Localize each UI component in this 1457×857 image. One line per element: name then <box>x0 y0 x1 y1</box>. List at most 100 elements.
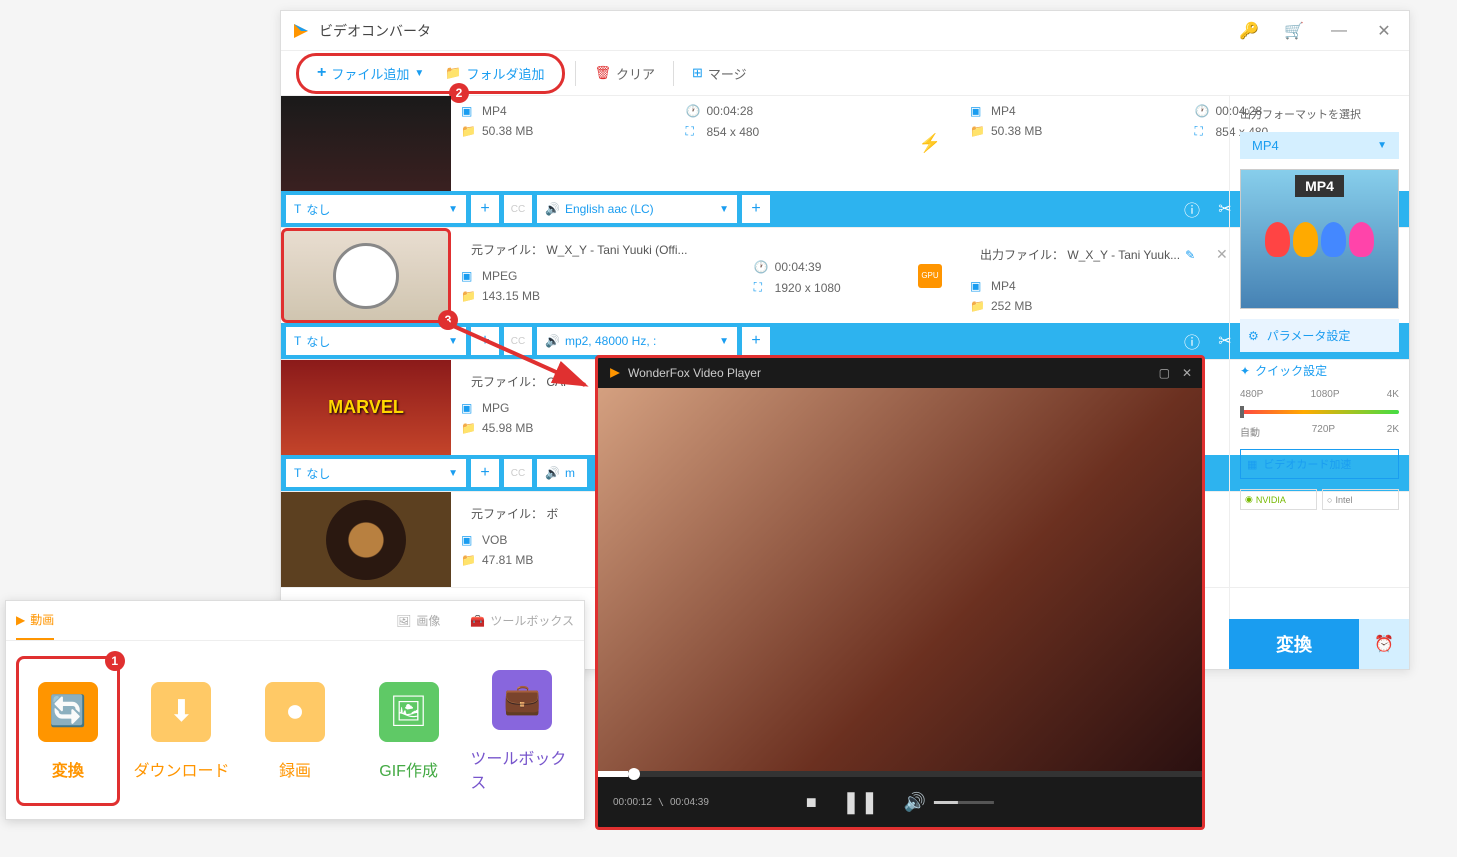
download-icon: ⬇ <box>151 682 211 742</box>
player-controls: 00:00:12 \ 00:04:39 ■ ❚❚ 🔊 <box>598 777 1202 827</box>
tool-gif[interactable]: 🖼 GIF作成 <box>357 656 461 806</box>
divider <box>673 61 674 86</box>
chevron-down-icon: ▼ <box>448 204 458 215</box>
player-close-button[interactable]: ✕ <box>1182 366 1192 380</box>
video-thumbnail[interactable] <box>281 492 451 587</box>
add-folder-button[interactable]: 📁 フォルダ追加 <box>437 61 552 86</box>
convert-bar: 変換 ⏰ <box>1229 619 1409 669</box>
cc-button[interactable]: CC <box>504 195 532 223</box>
subtitle-select[interactable]: Tなし▼ <box>286 459 466 487</box>
schedule-button[interactable]: ⏰ <box>1359 619 1409 669</box>
app-logo-icon <box>291 21 311 41</box>
video-thumbnail[interactable]: MARVEL <box>281 360 451 455</box>
format-icon: ▣ <box>461 401 477 415</box>
src-resolution: 1920 x 1080 <box>775 281 841 295</box>
gpu-accel-button[interactable]: ▦ ビデオカード加速 <box>1240 449 1399 479</box>
video-viewport[interactable] <box>598 388 1202 771</box>
video-player-window: WonderFox Video Player ▢ ✕ 00:00:12 \ 00… <box>595 355 1205 830</box>
toolbox-icon: 🧰 <box>470 614 485 628</box>
param-label: パラメータ設定 <box>1267 327 1351 344</box>
add-subtitle-button[interactable]: + <box>471 459 499 487</box>
tools-panel: ▶ 動画 🖼 画像 🧰 ツールボックス 1 🔄 変換 ⬇ ダウンロード ⏺ 録画… <box>5 600 585 820</box>
src-size: 47.81 MB <box>482 553 533 567</box>
stop-button[interactable]: ■ <box>806 792 817 813</box>
tools-grid: 1 🔄 変換 ⬇ ダウンロード ⏺ 録画 🖼 GIF作成 💼 ツールボックス <box>6 641 584 821</box>
cart-icon[interactable]: 🛒 <box>1279 16 1309 46</box>
src-size: 143.15 MB <box>482 289 540 303</box>
src-filename: 元ファイル： W_X_Y - Tani Yuuki (Offi... <box>461 236 734 263</box>
image-icon: 🖼 <box>396 614 411 628</box>
video-thumbnail[interactable]: 3 <box>281 228 451 323</box>
tab-video[interactable]: ▶ 動画 <box>16 601 54 640</box>
titlebar: ビデオコンバータ 🔑 🛒 — ✕ <box>281 11 1409 51</box>
chevron-down-icon: ▼ <box>414 68 424 79</box>
minimize-button[interactable]: — <box>1324 16 1354 46</box>
add-file-button[interactable]: + ファイル追加 ▼ <box>309 61 432 86</box>
tool-convert[interactable]: 1 🔄 変換 <box>16 656 120 806</box>
merge-label: マージ <box>708 64 747 83</box>
volume-slider[interactable] <box>934 801 994 804</box>
format-preview[interactable]: MP4 <box>1240 169 1399 309</box>
out-format: MP4 <box>991 279 1016 293</box>
text-icon: T <box>294 466 301 480</box>
chevron-down-icon: ▼ <box>1377 140 1387 151</box>
video-thumbnail[interactable] <box>281 96 451 191</box>
format-icon: ▣ <box>461 269 477 283</box>
merge-button[interactable]: ⊞ マージ <box>684 61 755 86</box>
tab-toolbox[interactable]: 🧰 ツールボックス <box>470 602 574 639</box>
annotation-badge-3: 3 <box>438 310 458 330</box>
quality-slider[interactable] <box>1240 410 1399 414</box>
player-titlebar: WonderFox Video Player ▢ ✕ <box>598 358 1202 388</box>
tool-download[interactable]: ⬇ ダウンロード <box>130 656 234 806</box>
format-value: MP4 <box>1252 138 1279 153</box>
cc-button[interactable]: CC <box>504 459 532 487</box>
audio-select[interactable]: 🔊English aac (LC)▼ <box>537 195 737 223</box>
format-icon: ▣ <box>461 533 477 547</box>
audio-select[interactable]: 🔊mp2, 48000 Hz, :▼ <box>537 327 737 355</box>
subtitle-select[interactable]: Tなし▼ <box>286 327 466 355</box>
folder-icon: 📁 <box>461 553 477 567</box>
audio-value: mp2, 48000 Hz, : <box>565 334 656 348</box>
toolbox-icon: 💼 <box>492 670 552 730</box>
clock-icon: 🕐 <box>1195 104 1211 118</box>
src-duration: 00:04:39 <box>775 260 822 274</box>
src-size: 45.98 MB <box>482 421 533 435</box>
chip-icon: ▦ <box>1247 458 1257 471</box>
src-format: VOB <box>482 533 507 547</box>
parameter-settings-button[interactable]: ⚙ パラメータ設定 <box>1240 319 1399 352</box>
audio-select[interactable]: 🔊m <box>537 459 587 487</box>
folder-icon: 📁 <box>970 299 986 313</box>
clear-button[interactable]: 🗑 クリア <box>586 61 663 86</box>
tab-image[interactable]: 🖼 画像 <box>396 602 440 639</box>
src-duration: 00:04:28 <box>707 104 754 118</box>
tool-toolbox[interactable]: 💼 ツールボックス <box>470 656 574 806</box>
audio-value: English aac (LC) <box>565 202 654 216</box>
info-icon[interactable]: ⓘ <box>1178 195 1206 223</box>
add-subtitle-button[interactable]: + <box>471 327 499 355</box>
player-logo-icon <box>608 366 622 380</box>
src-size: 50.38 MB <box>482 124 533 138</box>
cc-button[interactable]: CC <box>504 327 532 355</box>
key-icon[interactable]: 🔑 <box>1234 16 1264 46</box>
tools-tabs: ▶ 動画 🖼 画像 🧰 ツールボックス <box>6 601 584 641</box>
chevron-down-icon: ▼ <box>448 336 458 347</box>
add-audio-button[interactable]: + <box>742 195 770 223</box>
format-section-label: 出力フォーマットを選択 <box>1240 106 1399 122</box>
speaker-icon: 🔊 <box>545 466 560 480</box>
tool-record[interactable]: ⏺ 録画 <box>243 656 347 806</box>
window-title: ビデオコンバータ <box>319 21 1234 41</box>
gpu-vendors: ◉NVIDIA ○Intel <box>1240 489 1399 510</box>
convert-button[interactable]: 変換 <box>1229 619 1359 669</box>
src-format: MP4 <box>482 104 507 118</box>
add-audio-button[interactable]: + <box>742 327 770 355</box>
player-maximize-button[interactable]: ▢ <box>1159 366 1170 380</box>
add-subtitle-button[interactable]: + <box>471 195 499 223</box>
info-icon[interactable]: ⓘ <box>1178 327 1206 355</box>
volume-icon[interactable]: 🔊 <box>904 792 926 813</box>
close-button[interactable]: ✕ <box>1369 16 1399 46</box>
pause-button[interactable]: ❚❚ <box>842 789 879 815</box>
output-format-select[interactable]: MP4 ▼ <box>1240 132 1399 159</box>
video-icon: ▶ <box>16 613 25 627</box>
subtitle-select[interactable]: Tなし▼ <box>286 195 466 223</box>
edit-filename-icon[interactable]: ✎ <box>1185 248 1195 262</box>
